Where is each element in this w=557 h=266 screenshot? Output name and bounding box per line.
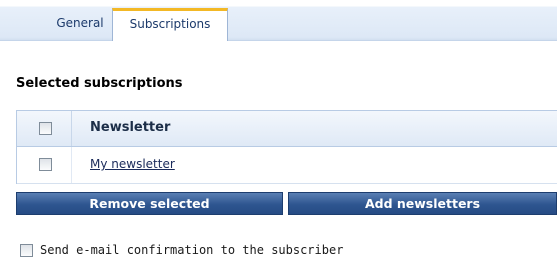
send-confirmation-label: Send e-mail confirmation to the subscrib…: [40, 243, 344, 257]
tab-subscriptions[interactable]: Subscriptions: [112, 8, 228, 41]
subscriptions-table: Newsletter My newsletter: [16, 110, 557, 184]
table-row: My newsletter: [17, 147, 557, 184]
section-heading: Selected subscriptions: [16, 76, 183, 91]
row-checkbox[interactable]: [39, 158, 52, 171]
column-divider: [71, 111, 72, 146]
tab-bar: General Subscriptions: [0, 0, 557, 41]
tab-general[interactable]: General: [54, 9, 106, 37]
column-header-newsletter: Newsletter: [90, 120, 171, 135]
send-confirmation-checkbox[interactable]: [20, 244, 33, 257]
newsletter-link[interactable]: My newsletter: [90, 157, 175, 171]
add-newsletters-button[interactable]: Add newsletters: [288, 192, 557, 215]
remove-selected-button[interactable]: Remove selected: [16, 192, 283, 215]
table-header: Newsletter: [17, 111, 557, 147]
column-divider: [71, 147, 72, 183]
select-all-checkbox[interactable]: [39, 122, 52, 135]
